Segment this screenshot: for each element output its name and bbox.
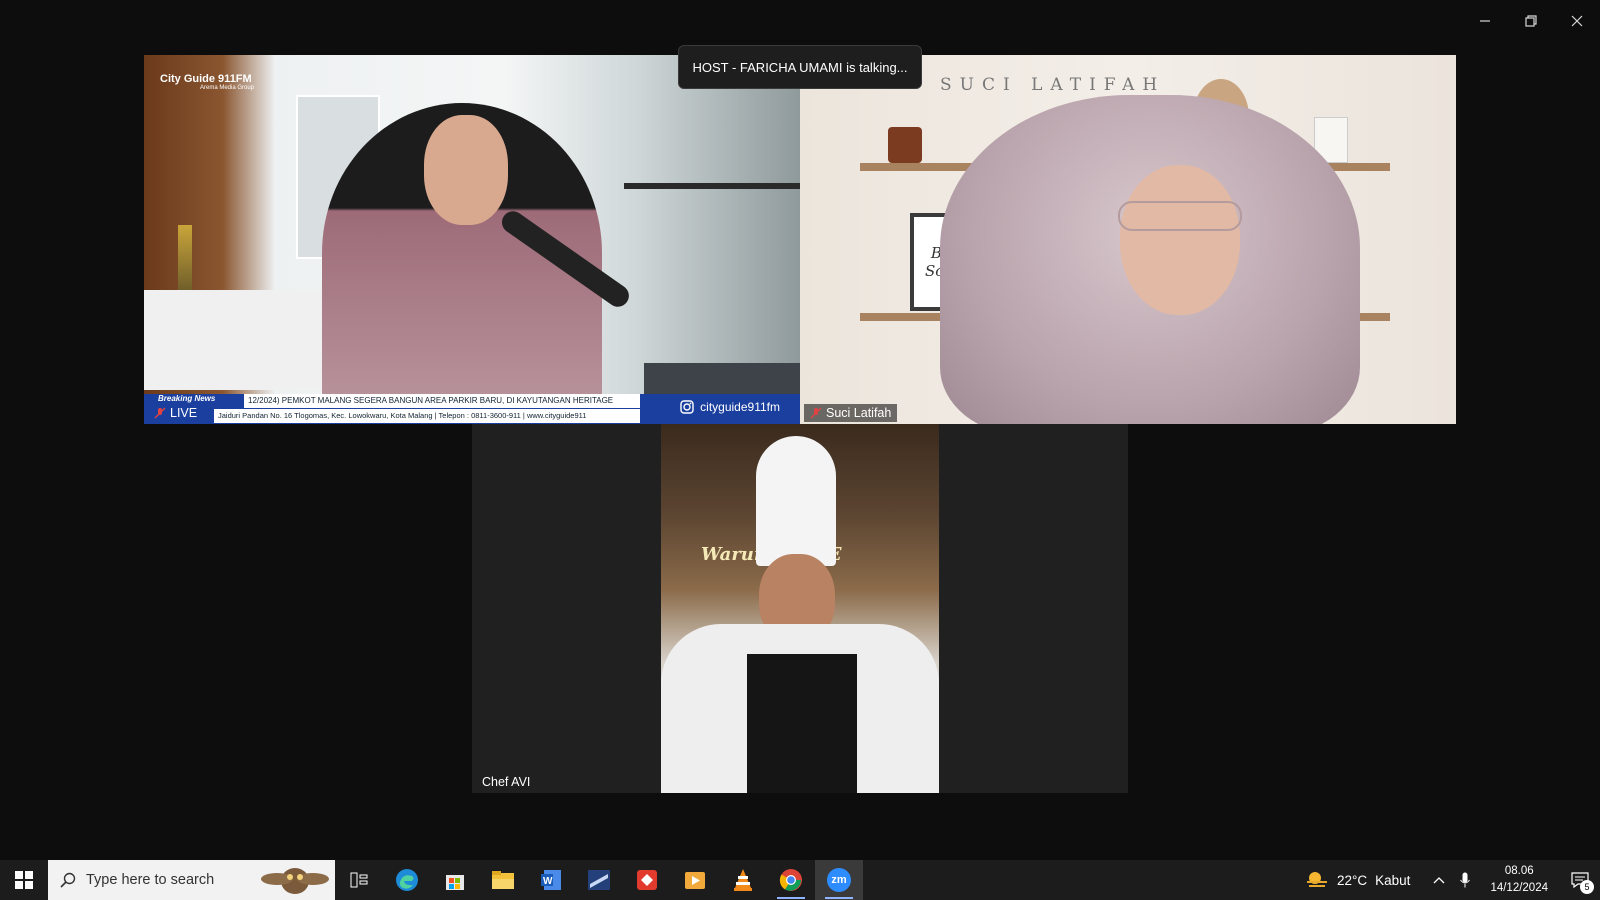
host-name-tag: LIVE [148, 404, 203, 422]
system-tray: 22°C Kabut 08.06 14/12/2024 5 [1305, 860, 1600, 900]
show-hidden-icons-button[interactable] [1426, 860, 1452, 900]
restore-icon [1525, 15, 1537, 27]
station-logo: City Guide 911FM Arema Media Group [160, 73, 255, 91]
media-player-icon [685, 872, 705, 889]
search-icon [60, 872, 76, 888]
chef-apron [747, 654, 857, 793]
taskbar: Type here to search W zm 22°C Kabut 08.0… [0, 860, 1600, 900]
studio-desk [144, 290, 344, 390]
candle-jar [888, 127, 922, 163]
trophy [178, 225, 192, 295]
host-video-tile[interactable]: City Guide 911FM Arema Media Group Break… [144, 55, 800, 424]
guest-video-tile[interactable]: SUCI LATIFAH Brigitte Schwartz Suci Lati… [800, 55, 1456, 424]
clock[interactable]: 08.06 14/12/2024 [1490, 863, 1548, 897]
weather-desc: Kabut [1375, 872, 1411, 888]
word-button[interactable]: W [527, 860, 575, 900]
mic-muted-icon [154, 407, 166, 419]
app-blue-icon [588, 870, 610, 890]
guest-face [1120, 165, 1240, 315]
app-blue-button[interactable] [575, 860, 623, 900]
minimize-button[interactable] [1472, 10, 1498, 32]
breaking-news-label: Breaking News [158, 394, 216, 403]
news-ticker: Breaking News 12/2024) PEMKOT MALANG SEG… [144, 394, 800, 424]
edge-icon [396, 869, 418, 891]
chef-hat [756, 436, 836, 566]
weather-temp: 22°C [1336, 872, 1368, 888]
store-button[interactable] [431, 860, 479, 900]
folder-icon [492, 871, 514, 889]
guest-glasses [1118, 201, 1242, 231]
close-icon [1571, 15, 1583, 27]
app-red-icon [637, 870, 657, 890]
clock-date: 14/12/2024 [1490, 882, 1548, 894]
mic-muted-icon [810, 407, 822, 419]
chrome-button[interactable] [767, 860, 815, 900]
restore-button[interactable] [1518, 10, 1544, 32]
zoom-label: zm [831, 874, 847, 886]
owl-icon [261, 868, 329, 894]
ticker-address: Jaiduri Pandan No. 16 Tlogomas, Kec. Low… [214, 409, 640, 423]
windows-icon [15, 871, 33, 889]
host-face [424, 115, 508, 225]
microphone-icon [1460, 872, 1471, 888]
clock-time: 08.06 [1504, 865, 1534, 877]
start-button[interactable] [0, 860, 48, 900]
chrome-icon [779, 869, 802, 891]
zoom-button[interactable]: zm [815, 860, 863, 900]
file-explorer-button[interactable] [479, 860, 527, 900]
task-view-button[interactable] [335, 860, 383, 900]
chef-video-tile[interactable]: Warung KASE Chef AVI [472, 424, 1128, 793]
edge-button[interactable] [383, 860, 431, 900]
notification-badge: 5 [1580, 880, 1594, 894]
instagram-handle: cityguide911fm [680, 400, 780, 414]
notifications-button[interactable]: 5 [1560, 860, 1600, 900]
fog-icon [1306, 872, 1327, 887]
mic-arm [624, 183, 800, 189]
chef-video: Warung KASE [661, 424, 939, 793]
search-placeholder: Type here to search [86, 872, 215, 888]
microphone-button[interactable] [1452, 860, 1478, 900]
word-icon: W [541, 870, 561, 890]
active-speaker-banner: HOST - FARICHA UMAMI is talking... [678, 45, 922, 89]
chevron-up-icon [1433, 877, 1445, 884]
close-button[interactable] [1564, 10, 1590, 32]
instagram-icon [680, 400, 694, 414]
chef-name-tag: Chef AVI [482, 775, 531, 789]
vlc-icon [734, 869, 752, 891]
media-player-button[interactable] [671, 860, 719, 900]
task-view-icon [350, 872, 368, 888]
taskbar-search[interactable]: Type here to search [48, 860, 335, 900]
weather-widget[interactable]: 22°C Kabut [1305, 870, 1410, 890]
guest-name-tag: Suci Latifah [804, 404, 898, 422]
minimize-icon [1480, 20, 1490, 22]
store-icon [446, 875, 464, 890]
guest-watermark: SUCI LATIFAH [940, 75, 1166, 95]
ticker-headline: 12/2024) PEMKOT MALANG SEGERA BANGUN ARE… [244, 394, 640, 408]
vlc-button[interactable] [719, 860, 767, 900]
app-red-button[interactable] [623, 860, 671, 900]
svg-text:W: W [543, 876, 553, 887]
